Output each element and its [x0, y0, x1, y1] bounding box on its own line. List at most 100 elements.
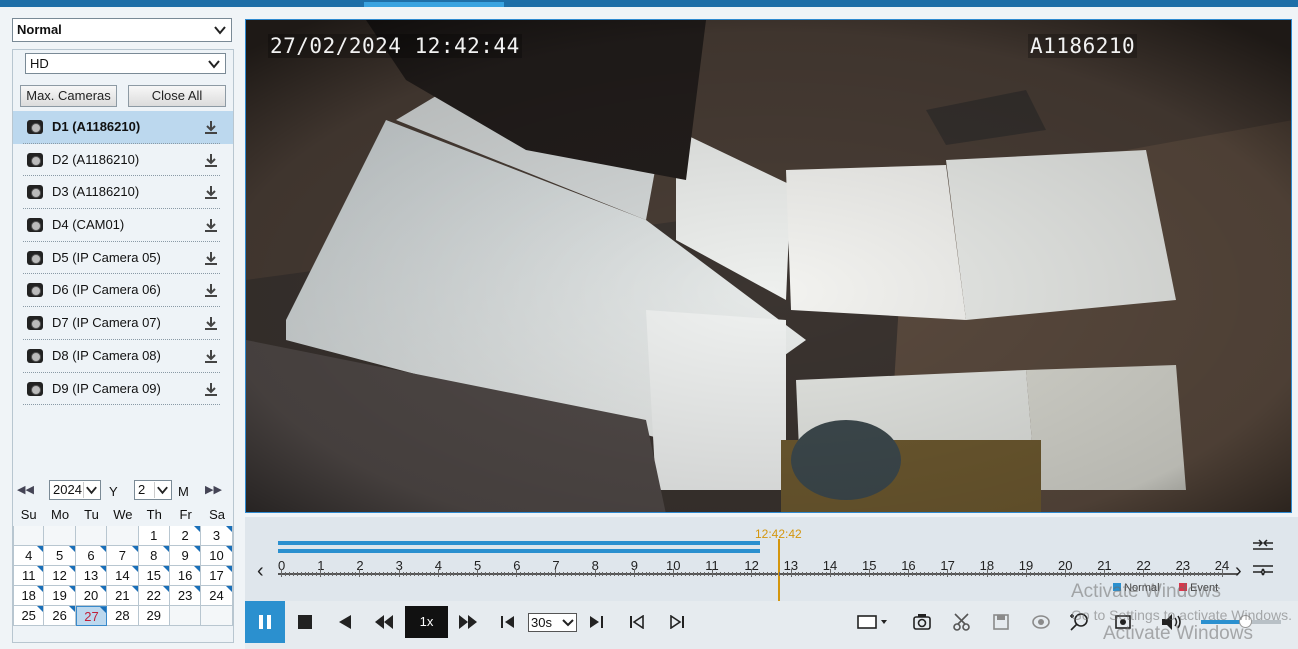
timeline-tick-mark — [1186, 572, 1188, 576]
calendar-day[interactable]: 1 — [138, 526, 170, 546]
timeline-tick-mark — [300, 572, 302, 576]
camera-icon — [27, 283, 43, 298]
timeline-tick-mark — [931, 572, 933, 576]
download-icon[interactable] — [204, 219, 218, 233]
calendar-day[interactable]: 18 — [13, 586, 45, 606]
download-icon[interactable] — [204, 186, 218, 200]
calendar-day[interactable]: 17 — [201, 566, 233, 586]
calendar-day[interactable]: 21 — [107, 586, 139, 606]
calendar-day[interactable]: 11 — [13, 566, 45, 586]
calendar-day[interactable]: 14 — [107, 566, 139, 586]
calendar-day[interactable]: 10 — [201, 546, 233, 566]
timeline-next-icon[interactable]: › — [1235, 560, 1242, 583]
timeline-tick-mark — [986, 569, 988, 577]
calendar-day[interactable]: 27 — [75, 606, 108, 626]
timeline-tick-mark — [641, 572, 643, 576]
camera-item[interactable]: D5 (IP Camera 05) — [13, 242, 233, 275]
timeline-tick-mark — [1127, 572, 1129, 576]
camera-item[interactable]: D4 (CAM01) — [13, 209, 233, 242]
frame-forward-icon — [670, 615, 684, 629]
camera-item[interactable]: D1 (A1186210) — [13, 111, 233, 144]
month-select[interactable]: 2 — [134, 480, 172, 500]
calendar-day[interactable]: 25 — [13, 606, 45, 626]
speed-up-button[interactable] — [448, 601, 488, 643]
timeline-tick-mark — [1072, 572, 1074, 576]
camera-item[interactable]: D7 (IP Camera 07) — [13, 307, 233, 340]
calendar-day[interactable]: 5 — [44, 546, 76, 566]
smart-search-button[interactable] — [1021, 601, 1061, 643]
download-icon[interactable] — [204, 349, 218, 364]
download-icon[interactable] — [204, 317, 218, 331]
timeline-tick-mark — [1147, 572, 1149, 576]
prev-year-icon[interactable]: ◀◀ — [17, 483, 34, 496]
calendar-day[interactable]: 16 — [169, 566, 202, 586]
skip-forward-button[interactable] — [576, 601, 616, 643]
timeline-tick-mark — [516, 569, 518, 577]
next-month-icon[interactable]: ▶▶ — [205, 483, 222, 496]
calendar-day[interactable]: 3 — [201, 526, 233, 546]
timeline-tick-mark — [555, 569, 557, 577]
skip-back-button[interactable] — [488, 601, 528, 643]
timeline-tick-mark — [461, 572, 463, 576]
calendar-day[interactable]: 6 — [75, 546, 108, 566]
timeline-tick-mark — [477, 569, 478, 577]
camera-item[interactable]: D6 (IP Camera 06) — [13, 274, 233, 308]
camera-item[interactable]: D2 (A1186210) — [13, 144, 233, 177]
camera-item[interactable]: D3 (A1186210) — [13, 176, 233, 210]
zoom-in-timeline-icon[interactable] — [1253, 562, 1273, 576]
calendar-day[interactable]: 13 — [75, 566, 108, 586]
timeline-cursor[interactable] — [778, 539, 780, 601]
video-view[interactable]: 27/02/2024 12:42:44 A1186210 — [245, 19, 1292, 513]
stop-button[interactable] — [285, 601, 325, 643]
calendar-day[interactable]: 19 — [44, 586, 76, 606]
close-all-button[interactable]: Close All — [128, 85, 226, 107]
calendar-day[interactable]: 26 — [44, 606, 76, 626]
calendar-day[interactable]: 15 — [138, 566, 170, 586]
next-frame-button[interactable] — [657, 601, 697, 643]
active-tab-indicator — [364, 2, 504, 7]
calendar-day[interactable]: 12 — [44, 566, 76, 586]
timeline-tick-mark — [837, 572, 839, 576]
view-mode-select[interactable]: Normal — [12, 18, 232, 42]
calendar-day[interactable]: 2 — [169, 526, 202, 546]
prev-frame-button[interactable] — [617, 601, 657, 643]
save-button[interactable] — [981, 601, 1021, 643]
layout-button[interactable] — [849, 601, 895, 643]
timeline-tick-mark — [504, 572, 506, 576]
timeline-tick-mark — [453, 572, 455, 576]
download-icon[interactable] — [204, 251, 218, 266]
calendar-day[interactable]: 8 — [138, 546, 170, 566]
interval-select[interactable]: 30s — [528, 613, 577, 632]
slow-down-button[interactable] — [364, 601, 404, 643]
calendar-day[interactable]: 28 — [107, 606, 139, 626]
calendar-day[interactable]: 24 — [201, 586, 233, 606]
calendar-day[interactable]: 22 — [138, 586, 170, 606]
reverse-play-button[interactable] — [325, 601, 365, 643]
timeline-tick-mark — [343, 572, 345, 576]
download-icon[interactable] — [204, 153, 218, 168]
max-cameras-button[interactable]: Max. Cameras — [20, 85, 117, 107]
calendar-day[interactable]: 9 — [169, 546, 202, 566]
timeline-tick-mark — [810, 572, 812, 576]
download-icon[interactable] — [204, 284, 218, 298]
calendar-day[interactable]: 29 — [138, 606, 170, 626]
stream-select[interactable]: HD — [25, 53, 226, 74]
calendar-day[interactable]: 23 — [169, 586, 202, 606]
timeline-tick-mark — [688, 572, 690, 576]
timeline-tick-mark — [1182, 569, 1184, 577]
calendar-day[interactable]: 20 — [75, 586, 108, 606]
download-icon[interactable] — [204, 382, 218, 397]
camera-item[interactable]: D9 (IP Camera 09) — [13, 373, 233, 406]
zoom-out-timeline-icon[interactable] — [1253, 539, 1273, 553]
clip-button[interactable] — [942, 601, 982, 643]
snapshot-button[interactable] — [902, 601, 942, 643]
timeline-tick-mark — [414, 572, 416, 576]
pause-button[interactable] — [245, 601, 285, 643]
year-select[interactable]: 2024 — [49, 480, 101, 500]
timeline-prev-icon[interactable]: ‹ — [257, 560, 264, 583]
camera-item[interactable]: D8 (IP Camera 08) — [13, 340, 233, 373]
download-icon[interactable] — [204, 121, 218, 135]
camera-label: D7 (IP Camera 07) — [52, 315, 161, 331]
calendar-day[interactable]: 4 — [13, 546, 45, 566]
calendar-day[interactable]: 7 — [107, 546, 139, 566]
